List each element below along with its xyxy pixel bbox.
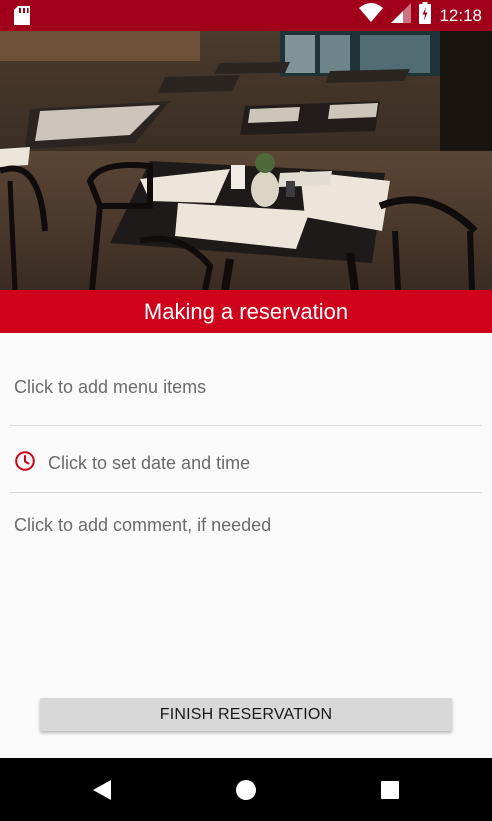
battery-icon [419, 2, 432, 29]
datetime-field[interactable]: Click to set date and time [10, 426, 482, 493]
comment-field[interactable]: Click to add comment, if needed [10, 493, 482, 553]
comment-placeholder: Click to add comment, if needed [14, 515, 272, 535]
status-bar: 12:18 [0, 0, 492, 31]
menu-items-label: Click to add menu items [14, 377, 207, 397]
page-title-bar: Making a reservation [0, 290, 492, 333]
wifi-icon [359, 3, 384, 28]
page-title: Making a reservation [143, 298, 349, 324]
sd-card-icon [14, 6, 30, 30]
clock-icon [14, 450, 36, 477]
cell-signal-icon [391, 3, 412, 28]
status-time: 12:18 [439, 5, 482, 25]
navigation-bar [0, 758, 492, 821]
home-icon[interactable] [216, 758, 276, 821]
finish-reservation-button[interactable]: FINISH RESERVATION [40, 698, 452, 731]
back-icon[interactable] [72, 758, 132, 821]
restaurant-image [0, 31, 492, 290]
recents-icon[interactable] [360, 758, 420, 821]
datetime-label: Click to set date and time [48, 453, 251, 473]
menu-items-field[interactable]: Click to add menu items [10, 365, 482, 426]
